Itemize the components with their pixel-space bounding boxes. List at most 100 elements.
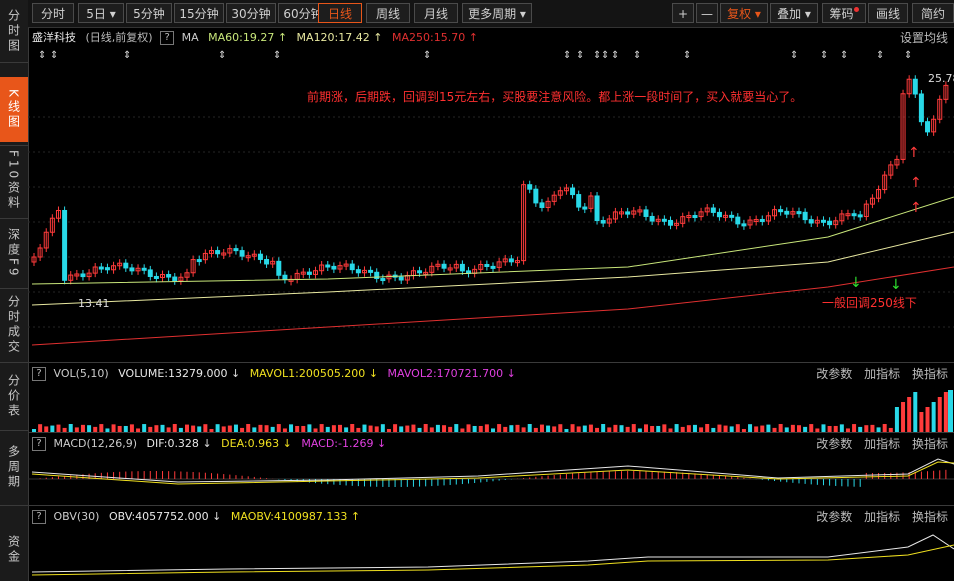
volume-bar — [87, 425, 92, 432]
tab-weekly[interactable]: 周线 — [366, 3, 410, 23]
candlestick — [306, 271, 312, 275]
volume-bar — [601, 424, 606, 432]
candlestick — [80, 273, 86, 278]
low-price-label: 13.41 — [78, 297, 110, 310]
chips-button[interactable]: 筹码 — [822, 3, 866, 23]
switch-indicator-link[interactable]: 换指标 — [912, 510, 948, 524]
volume-bar — [852, 424, 857, 432]
tab-daily[interactable]: 日线 — [318, 3, 362, 23]
help-icon[interactable]: ? — [32, 510, 46, 524]
volume-bar — [111, 424, 116, 432]
volume-bar — [631, 424, 636, 432]
candlestick — [600, 220, 606, 224]
draw-line-button[interactable]: 画线 — [868, 3, 908, 23]
volume-bar — [393, 424, 398, 432]
candlestick — [925, 121, 931, 133]
candlestick — [441, 263, 447, 269]
volume-chart — [32, 390, 953, 432]
candlestick — [172, 276, 178, 282]
help-icon[interactable]: ? — [32, 367, 46, 381]
volume-bar — [68, 424, 73, 432]
sidebar-item-funds[interactable]: 资金 — [0, 520, 28, 580]
help-icon[interactable]: ? — [32, 437, 46, 451]
volume-bar — [160, 424, 165, 432]
volume-bar — [913, 392, 918, 432]
simple-mode-button[interactable]: 简约 — [912, 3, 954, 23]
overlay-button[interactable]: 叠加 ▾ — [770, 3, 818, 23]
tab-15min[interactable]: 15分钟 — [174, 3, 224, 23]
volume-bar — [662, 424, 667, 432]
stock-name: 盛洋科技 — [32, 31, 76, 44]
switch-indicator-link[interactable]: 换指标 — [912, 437, 948, 451]
tab-monthly[interactable]: 月线 — [414, 3, 458, 23]
candlestick — [692, 215, 698, 219]
ma250-value: MA250:15.70 — [391, 31, 466, 44]
tab-intraday[interactable]: 分时 — [32, 3, 74, 23]
down-arrow-icon: ↓ — [212, 510, 222, 523]
down-arrow-icon: ↓ — [230, 367, 241, 380]
sidebar-item-kline[interactable]: K线图 — [0, 77, 28, 142]
red-arrow-icon: ↑ — [910, 200, 922, 216]
up-arrow-icon: ↑ — [277, 31, 288, 44]
add-indicator-link[interactable]: 加指标 — [864, 437, 900, 451]
add-indicator-link[interactable]: 加指标 — [864, 367, 900, 381]
volume-bar — [766, 424, 771, 432]
volume-bar — [943, 392, 948, 432]
volume-bar — [466, 424, 471, 432]
event-marker-icon: ⇕ — [563, 50, 571, 61]
change-params-link[interactable]: 改参数 — [816, 437, 852, 451]
green-arrow-icon: ↓ — [850, 275, 862, 291]
sidebar-item-depth[interactable]: 深度F9 — [0, 223, 28, 283]
change-params-link[interactable]: 改参数 — [816, 367, 852, 381]
volume-bar — [937, 397, 942, 432]
candlestick — [508, 258, 514, 263]
candlestick — [912, 78, 918, 95]
add-indicator-link[interactable]: 加指标 — [864, 510, 900, 524]
up-arrow-icon: ↑ — [350, 510, 361, 523]
candlestick — [851, 213, 857, 217]
volume-bar — [233, 424, 238, 432]
candlestick — [643, 209, 649, 217]
obv-indicator-name: OBV(30) — [53, 510, 100, 523]
candlestick — [576, 194, 582, 208]
event-marker-icon: ⇕ — [576, 50, 584, 61]
volume-bar — [185, 424, 189, 432]
event-marker-icon: ⇕ — [423, 50, 431, 61]
switch-indicator-link[interactable]: 换指标 — [912, 367, 948, 381]
up-arrow-icon: ↑ — [373, 31, 383, 44]
tab-30min[interactable]: 30分钟 — [226, 3, 276, 23]
volume-bar — [882, 424, 887, 432]
sidebar-item-trades[interactable]: 分时成交 — [0, 292, 28, 358]
candlestick — [368, 269, 374, 273]
sidebar-item-price-table[interactable]: 分价表 — [0, 368, 28, 424]
tab-5min[interactable]: 5分钟 — [126, 3, 172, 23]
zoom-in-button[interactable]: + — [672, 3, 694, 23]
fuquan-button[interactable]: 复权 ▾ — [720, 3, 768, 23]
red-arrow-icon: ↑ — [910, 175, 922, 191]
candlestick — [264, 258, 270, 265]
mavol1-value: MAVOL1:200505.200 — [249, 367, 366, 380]
ma-settings-link[interactable]: 设置均线 — [892, 29, 948, 47]
volume-bar — [705, 424, 710, 432]
candlestick — [759, 218, 765, 222]
volume-bar — [56, 424, 61, 432]
change-params-link[interactable]: 改参数 — [816, 510, 852, 524]
candlestick — [710, 207, 716, 213]
analysis-note: 前期涨，后期跌，回调到15元左右，买股要注意风险。都上涨一段时间了，买入就要当心… — [307, 90, 803, 104]
tab-5day[interactable]: 5日 ▾ — [78, 3, 124, 23]
sidebar-item-f10[interactable]: F10资料 — [0, 150, 28, 212]
candlestick — [741, 223, 747, 227]
candlestick — [594, 195, 600, 222]
candlestick — [98, 266, 104, 270]
sidebar-item-intraday[interactable]: 分时图 — [0, 2, 28, 60]
sidebar-item-multi-period[interactable]: 多周期 — [0, 438, 28, 496]
volume-bar — [172, 424, 177, 432]
tab-more-periods[interactable]: 更多周期 ▾ — [462, 3, 532, 23]
volume-bar — [588, 424, 593, 432]
volume-bar — [509, 425, 514, 432]
ma-label: MA — [181, 31, 199, 44]
zoom-out-button[interactable]: — — [696, 3, 718, 23]
event-marker-icon: ⇕ — [50, 50, 58, 61]
volume-bar — [484, 424, 489, 432]
help-icon[interactable]: ? — [160, 31, 175, 45]
